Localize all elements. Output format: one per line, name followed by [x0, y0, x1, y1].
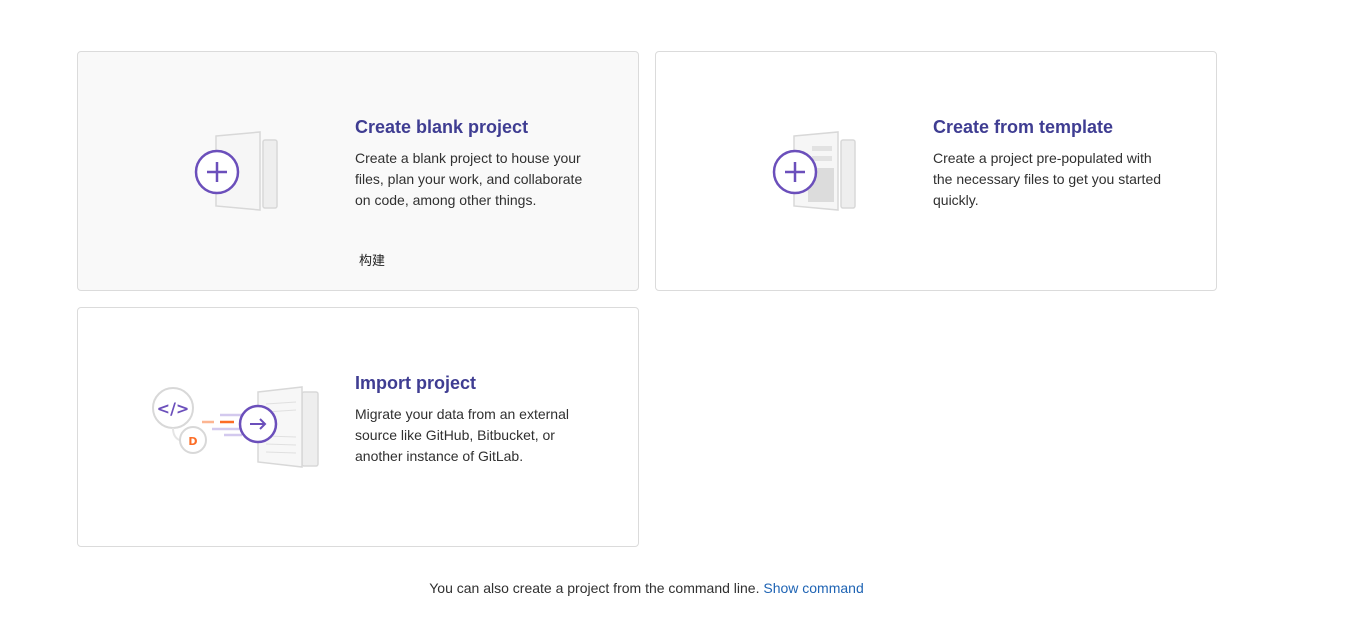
create-from-template-card[interactable]: Create from template Create a project pr… — [655, 51, 1217, 291]
card-description: Migrate your data from an external sourc… — [355, 406, 569, 464]
svg-text:</>: </> — [157, 399, 190, 418]
import-project-card[interactable]: </> D Import project Migrate your data f… — [77, 307, 639, 547]
card-title: Create blank project — [355, 117, 529, 137]
card-title: Import project — [355, 373, 477, 393]
card-footer-label: 构建 — [359, 254, 386, 269]
create-blank-project-card[interactable]: Create blank project Create a blank proj… — [77, 51, 639, 291]
command-line-hint: You can also create a project from the c… — [0, 580, 1293, 596]
show-command-link[interactable]: Show command — [763, 580, 863, 596]
template-project-icon — [716, 122, 916, 222]
card-description: Create a project pre-populated with the … — [933, 150, 1162, 208]
card-description: Create a blank project to house your fil… — [355, 150, 583, 208]
card-title: Create from template — [933, 117, 1114, 137]
svg-text:D: D — [188, 435, 197, 448]
import-project-icon: </> D — [150, 382, 330, 482]
command-line-hint-text: You can also create a project from the c… — [429, 580, 760, 596]
new-project-page: Create blank project Create a blank proj… — [0, 0, 1353, 620]
blank-project-icon — [138, 122, 338, 222]
